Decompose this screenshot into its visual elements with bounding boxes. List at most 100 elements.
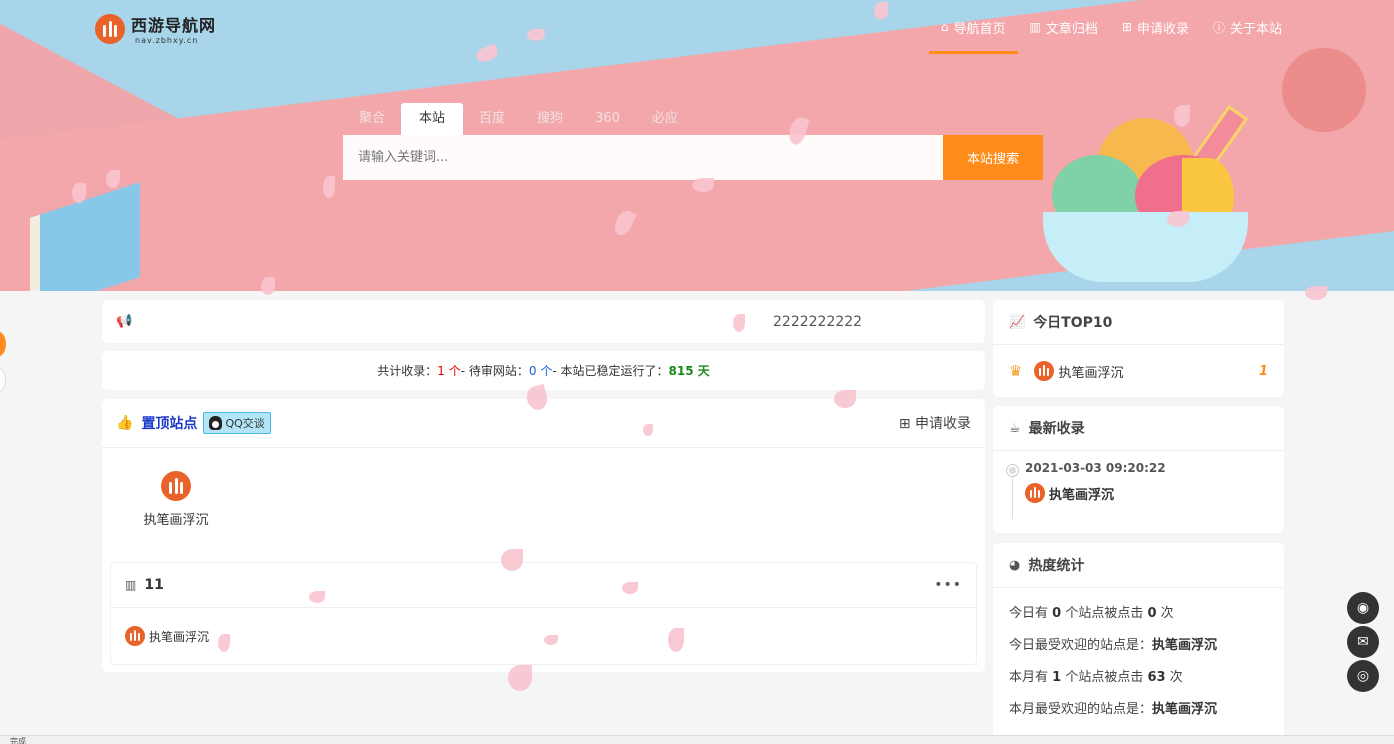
line-chart-icon: 📈	[1009, 314, 1026, 330]
tab-bing[interactable]: 必应	[636, 103, 694, 135]
latest-panel: ☕ 最新收录 2021-03-03 09:20:22 执笔画浮沉	[993, 406, 1284, 533]
site-logo-icon	[161, 471, 191, 501]
coffee-icon: ☕	[1009, 420, 1021, 436]
envelope-icon: ✉	[1357, 634, 1369, 650]
petal-decoration	[309, 591, 325, 603]
petal-decoration	[622, 582, 638, 594]
home-icon: ⌂	[940, 20, 949, 34]
hero-ball-decoration	[1282, 48, 1366, 132]
apply-inclusion-link[interactable]: ⊞ 申请收录	[899, 413, 971, 433]
top10-panel: 📈 今日TOP10 ♛ 执笔画浮沉 1	[993, 300, 1284, 397]
month-popular-site[interactable]: 执笔画浮沉	[1152, 702, 1217, 717]
tab-sogou[interactable]: 搜狗	[521, 103, 579, 135]
list-item[interactable]: 执笔画浮沉	[111, 608, 976, 664]
announcement-bar: 📢 2222222222	[102, 300, 985, 343]
timeline-item: 2021-03-03 09:20:22 执笔画浮沉	[993, 451, 1284, 519]
month-clicks-line: 本月有 1 个站点被点击 63 次	[1009, 670, 1183, 685]
nav-item-apply[interactable]: ⊞ 申请收录	[1110, 0, 1201, 54]
today-clicks-line: 今日有 0 个站点被点击 0 次	[1009, 606, 1174, 621]
petal-decoration	[874, 2, 888, 20]
petal-decoration	[1174, 105, 1190, 127]
timeline-line	[1012, 471, 1013, 519]
crown-icon: ♛	[1009, 362, 1023, 380]
search-bar: 本站搜索	[343, 135, 1043, 180]
wechat-float-button[interactable]: ◎	[1347, 660, 1379, 692]
pie-chart-icon: ◕	[1009, 557, 1021, 573]
megaphone-icon: 📢	[116, 314, 133, 329]
site-name: 西游导航网	[131, 16, 217, 35]
top10-item[interactable]: ♛ 执笔画浮沉 1	[993, 345, 1284, 397]
nav-item-archive[interactable]: ▥ 文章归档	[1018, 0, 1110, 54]
petal-decoration	[1305, 286, 1327, 300]
logo-icon	[95, 13, 125, 44]
petal-decoration	[692, 178, 714, 192]
left-float-orange[interactable]	[0, 331, 6, 357]
top-site-item[interactable]: 执笔画浮沉	[140, 471, 212, 528]
petal-decoration	[106, 170, 120, 188]
top10-header: 📈 今日TOP10	[993, 300, 1284, 345]
site-logo[interactable]: 西游导航网 nav.zbhxy.cn	[95, 12, 216, 45]
top-site-label: 执笔画浮沉	[143, 513, 209, 528]
timeline-site-link[interactable]: 执笔画浮沉	[1025, 483, 1284, 503]
petal-decoration	[733, 314, 745, 332]
category-header: ▥ 11 •••	[111, 563, 976, 608]
petal-decoration	[668, 628, 684, 652]
announcement-text: 2222222222	[773, 313, 863, 330]
site-logo-icon	[125, 626, 145, 646]
more-icon[interactable]: •••	[934, 577, 962, 593]
petal-decoration	[544, 635, 558, 645]
heat-header: ◕ 热度统计	[993, 543, 1284, 588]
email-float-button[interactable]: ✉	[1347, 626, 1379, 658]
wechat-icon: ◎	[1356, 668, 1370, 684]
bar-chart-icon: ▥	[125, 578, 137, 592]
category-title: 11	[144, 577, 164, 593]
timeline-dot	[1007, 465, 1018, 476]
qq-float-button[interactable]: ◉	[1347, 592, 1379, 624]
thumbs-up-icon: 👍	[116, 415, 134, 431]
nav-item-about[interactable]: ⓘ 关于本站	[1201, 0, 1294, 54]
tab-aggregate[interactable]: 聚合	[343, 103, 401, 135]
category-card: ▥ 11 ••• 执笔画浮沉	[110, 562, 977, 665]
nav-item-home[interactable]: ⌂ 导航首页	[928, 0, 1018, 54]
latest-header: ☕ 最新收录	[993, 406, 1284, 451]
timeline-date: 2021-03-03 09:20:22	[1025, 461, 1166, 475]
ice-cream-bowl-decoration	[1043, 212, 1248, 282]
petal-decoration	[508, 665, 532, 691]
site-logo-icon	[1034, 361, 1055, 381]
pending-count: 0 个	[528, 364, 553, 378]
top-sites-title: 置顶站点	[141, 416, 198, 432]
search-engine-tabs: 聚合 本站 百度 搜狗 360 必应	[343, 103, 694, 135]
top-nav: ⌂ 导航首页 ▥ 文章归档 ⊞ 申请收录 ⓘ 关于本站	[928, 0, 1294, 54]
rank-number: 1	[1258, 363, 1268, 379]
qq-penguin-icon	[209, 416, 223, 430]
info-icon: ⓘ	[1212, 20, 1225, 35]
qq-icon: ◉	[1356, 600, 1370, 616]
today-popular-line: 今日最受欢迎的站点是：执笔画浮沉	[1009, 638, 1218, 653]
month-popular-line: 本月最受欢迎的站点是：执笔画浮沉	[1009, 702, 1218, 717]
site-url: nav.zbhxy.cn	[135, 36, 199, 45]
plus-square-icon: ⊞	[1121, 20, 1132, 34]
search-input[interactable]	[343, 135, 943, 180]
petal-decoration	[527, 29, 545, 41]
petal-decoration	[834, 390, 856, 408]
petal-decoration	[1167, 211, 1189, 227]
petal-decoration	[261, 277, 275, 295]
total-count: 1 个	[437, 364, 461, 378]
bar-chart-icon: ▥	[1029, 20, 1041, 34]
search-button[interactable]: 本站搜索	[943, 135, 1043, 180]
uptime-days: 815 天	[668, 364, 710, 378]
petal-decoration	[218, 634, 230, 652]
petal-decoration	[501, 549, 523, 571]
petal-decoration	[643, 424, 653, 436]
tab-360[interactable]: 360	[579, 103, 636, 135]
left-float-white[interactable]	[0, 367, 6, 393]
petal-decoration	[323, 176, 335, 198]
site-logo-icon	[1025, 483, 1045, 503]
qq-chat-button[interactable]: QQ交谈	[203, 412, 271, 434]
today-popular-site[interactable]: 执笔画浮沉	[1152, 638, 1217, 653]
petal-decoration	[72, 183, 86, 203]
tab-site[interactable]: 本站	[401, 103, 464, 135]
tab-baidu[interactable]: 百度	[463, 103, 521, 135]
browser-status-bar: 完成	[0, 735, 1394, 744]
heat-stats-panel: ◕ 热度统计 今日有 0 个站点被点击 0 次 今日最受欢迎的站点是：执笔画浮沉…	[993, 543, 1284, 744]
